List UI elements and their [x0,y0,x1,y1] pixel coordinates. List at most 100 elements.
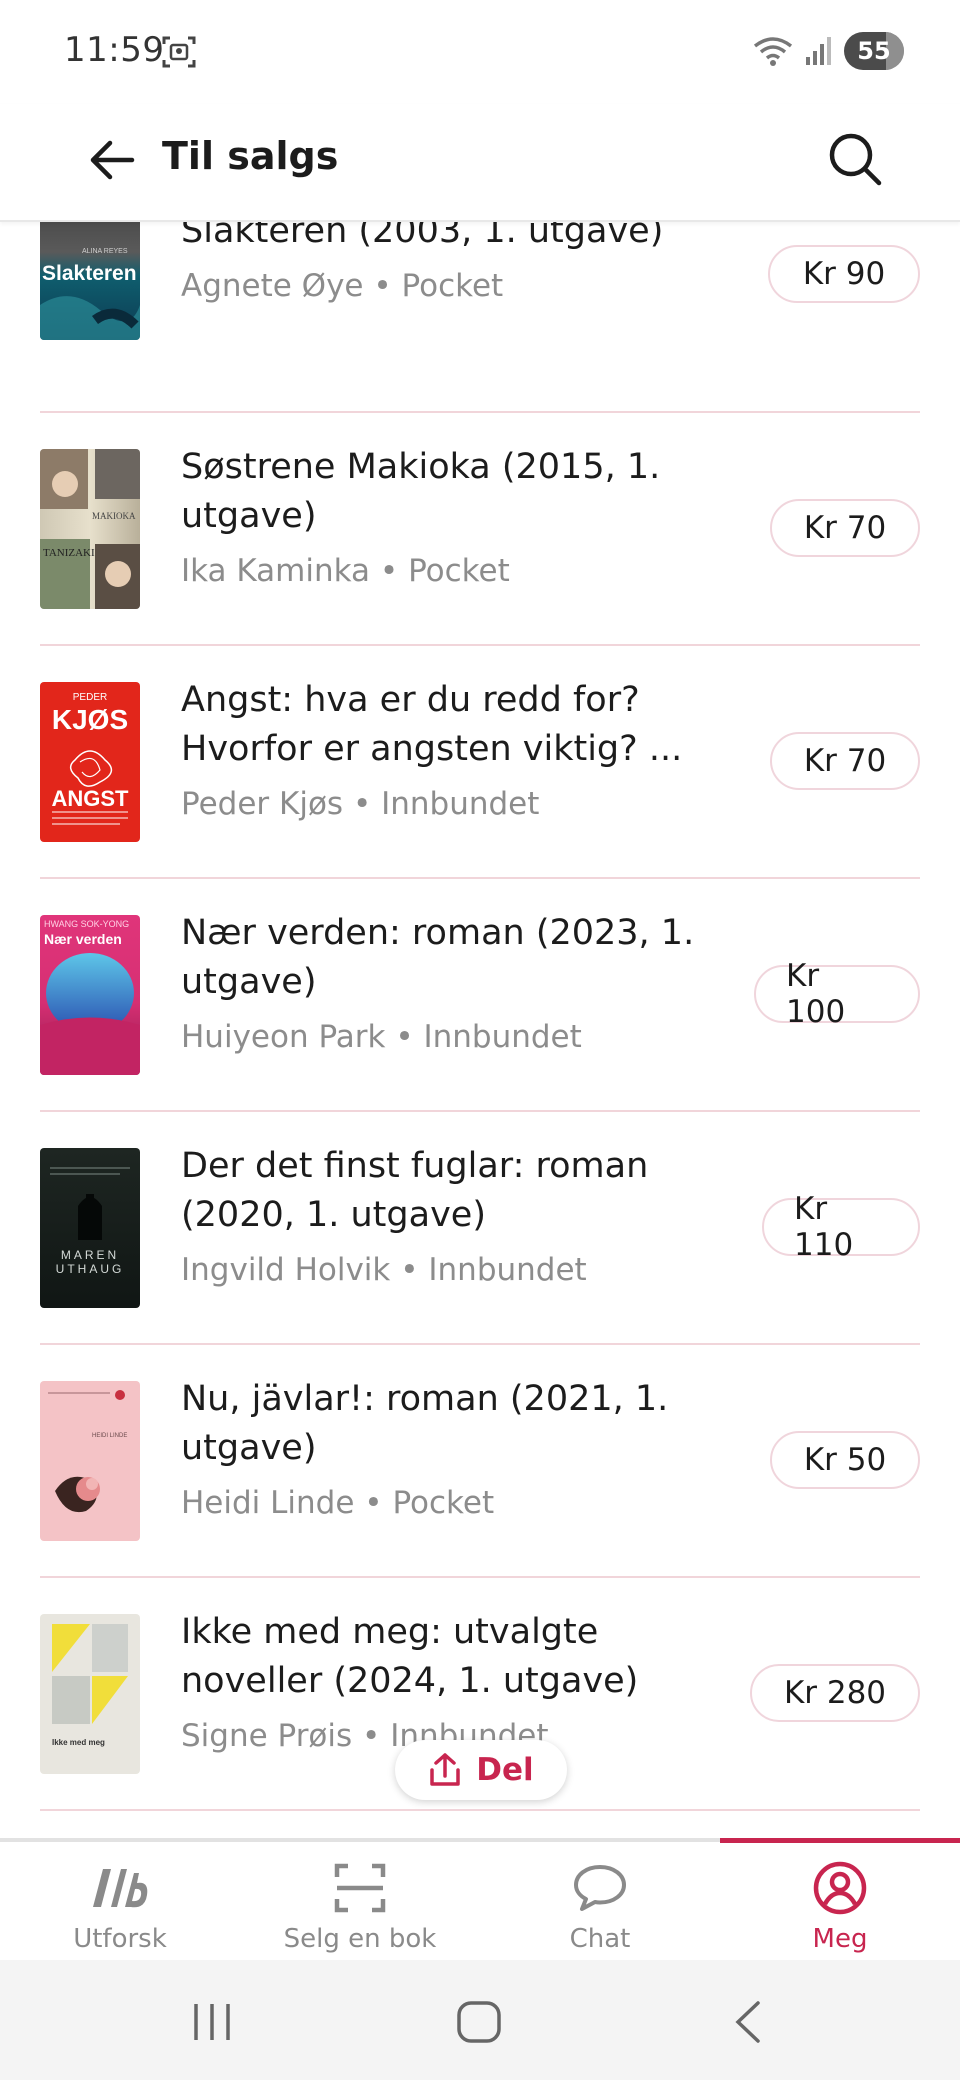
chat-bubble-icon [572,1860,628,1916]
price-badge: Kr 110 [762,1191,920,1263]
cover-author: ALINA REYES [82,248,128,255]
book-title: Angst: hva er du redd for? Hvorfor er an… [181,680,683,769]
arrow-left-icon [90,140,135,180]
book-cover: ALINA REYES Slakteren [40,222,140,340]
book-author: Peder Kjøs [181,786,344,822]
listing-info: Nu, jävlar!: roman (2021, 1. utgave) Hei… [181,1375,721,1525]
listing-info: Angst: hva er du redd for? Hvorfor er an… [181,676,721,826]
meta-separator: • [364,1485,383,1521]
listing-info: Der det finst fuglar: roman (2020, 1. ut… [181,1142,721,1292]
book-meta: Heidi Linde • Pocket [181,1481,721,1525]
list-item[interactable]: PEDER KJØS ANGST Angst: hva er du redd f… [40,646,920,879]
status-time: 11:59 [64,30,165,70]
explore-logo-icon [89,1860,151,1916]
book-meta: Huiyeon Park • Innbundet [181,1015,721,1059]
share-button[interactable]: Del [395,1740,567,1800]
book-meta: Ingvild Holvik • Innbundet [181,1248,721,1292]
price-badge: Kr 280 [750,1664,920,1722]
book-title: Nær verden: roman (2023, 1. utgave) [181,913,695,1002]
scan-icon [334,1860,386,1916]
nav-label: Utforsk [73,1924,167,1954]
nav-item-chat[interactable]: Chat [480,1842,720,1960]
meta-separator: • [379,553,399,589]
list-item[interactable]: MAKIOKA TANIZAKI Søstrene Makioka (2015,… [40,413,920,646]
listing-info: Ikke med meg: utvalgte noveller (2024, 1… [181,1608,721,1758]
book-author: Signe Prøis [181,1718,353,1754]
book-price: Kr 50 [803,1442,887,1478]
meta-separator: • [362,1718,381,1754]
app-bar: Til salgs [0,104,960,222]
back-nav-icon[interactable] [732,2000,762,2044]
cover-author: HEIDI LINDE [92,1433,128,1439]
book-format: Pocket [401,268,504,304]
listing-list: ALINA REYES Slakteren Slakteren (2003, 1… [0,222,960,1838]
book-author: Huiyeon Park [181,1019,386,1055]
book-price: Kr 70 [803,510,887,546]
list-item[interactable]: MAREN UTHAUG Der det finst fuglar: roman… [40,1112,920,1345]
cover-title: Ikke med meg [52,1738,105,1747]
cover-author: MAREN UTHAUG [55,1248,125,1276]
meta-separator: • [395,1019,414,1055]
book-title: Der det finst fuglar: roman (2020, 1. ut… [181,1146,649,1235]
book-format: Pocket [392,1485,495,1521]
cover-subtitle: ANGST [51,786,129,811]
profile-icon [813,1860,867,1916]
nav-item-meg[interactable]: Meg [720,1838,960,1960]
nav-item-utforsk[interactable]: Utforsk [0,1842,240,1960]
share-label: Del [476,1752,534,1788]
book-title: Nu, jävlar!: roman (2021, 1. utgave) [181,1379,669,1468]
book-format: Innbundet [423,1019,582,1055]
book-cover: HEIDI LINDE [40,1381,140,1541]
meta-separator: • [400,1252,419,1288]
list-item[interactable]: ALINA REYES Slakteren Slakteren (2003, 1… [40,222,920,413]
battery-indicator: 55 [844,32,904,70]
search-icon [829,133,882,186]
list-item[interactable]: HEIDI LINDE Nu, jävlar!: roman (2021, 1.… [40,1345,920,1578]
wifi-icon [753,37,793,66]
book-price: Kr 90 [802,256,886,292]
book-format: Innbundet [381,786,540,822]
book-meta: Peder Kjøs • Innbundet [181,782,721,826]
book-price: Kr 70 [803,743,887,779]
book-meta: Agnete Øye • Pocket [181,264,721,308]
price-badge: Kr 90 [768,245,920,303]
nav-label: Selg en bok [283,1924,437,1954]
meta-separator: • [352,786,372,822]
price-badge: Kr 100 [754,958,920,1030]
book-author: Agnete Øye [181,268,364,304]
battery-level: 55 [857,37,891,65]
book-title: Søstrene Makioka (2015, 1. utgave) [181,447,661,536]
price-badge: Kr 70 [770,499,920,557]
book-author: Ika Kaminka [181,553,371,589]
book-cover: MAKIOKA TANIZAKI [40,449,140,609]
nav-item-selg-en-bok[interactable]: Selg en bok [240,1842,480,1960]
book-title: Slakteren (2003, 1. utgave) [181,222,664,251]
book-format: Pocket [408,553,510,589]
book-cover: HWANG SOK-YONG Nær verden [40,915,140,1075]
book-cover: Ikke med meg [40,1614,140,1774]
signal-icon [806,37,831,65]
recents-icon[interactable] [190,2002,234,2042]
book-cover: PEDER KJØS ANGST [40,682,140,842]
nav-label: Chat [569,1924,631,1954]
cover-author: TANIZAKI [43,547,95,559]
nav-label: Meg [812,1924,868,1954]
price-badge: Kr 50 [770,1431,920,1489]
book-author: Heidi Linde [181,1485,355,1521]
list-item[interactable]: HWANG SOK-YONG Nær verden Nær verden: ro… [40,879,920,1112]
meta-separator: • [373,268,392,304]
book-price: Kr 110 [794,1191,854,1263]
listing-info: Nær verden: roman (2023, 1. utgave) Huiy… [181,909,721,1059]
book-price: Kr 280 [783,1675,887,1711]
book-price: Kr 100 [786,958,846,1030]
back-button[interactable] [80,128,144,192]
book-format: Innbundet [428,1252,587,1288]
book-title: Ikke med meg: utvalgte noveller (2024, 1… [181,1612,639,1701]
book-author: Ingvild Holvik [181,1252,391,1288]
book-cover: MAREN UTHAUG [40,1148,140,1308]
cover-title: Slakteren [42,262,137,285]
listing-info: Søstrene Makioka (2015, 1. utgave) Ika K… [181,443,721,593]
search-button[interactable] [820,124,890,194]
listing-info: Slakteren (2003, 1. utgave) Agnete Øye •… [181,222,721,308]
home-icon[interactable] [456,2000,502,2044]
